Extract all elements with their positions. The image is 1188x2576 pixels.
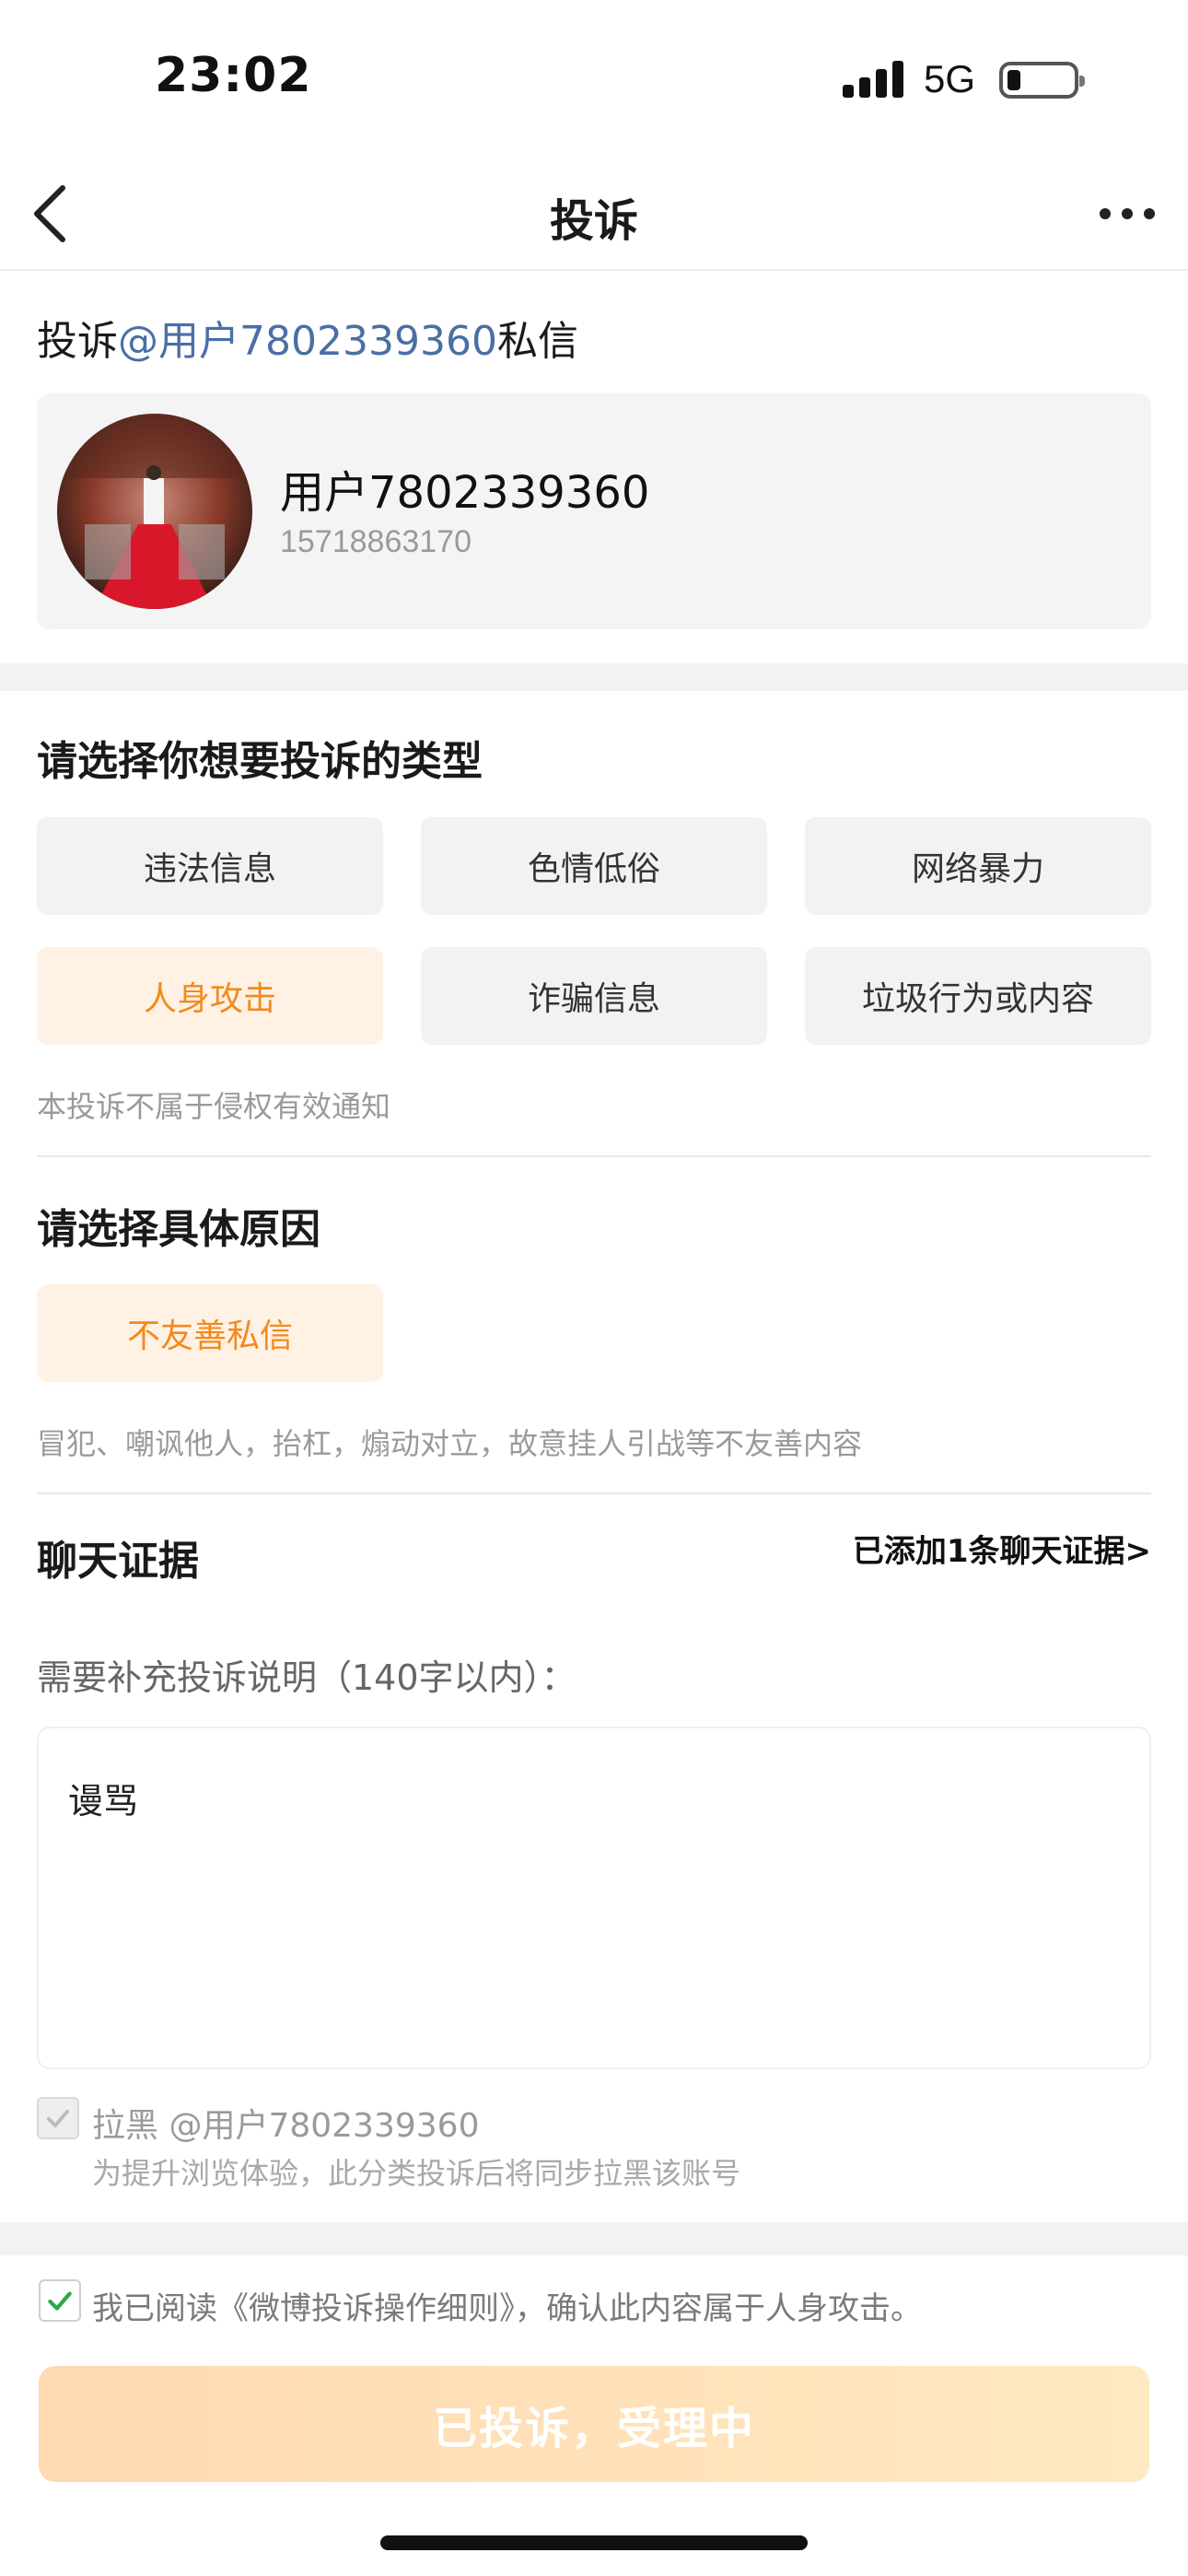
type-option-vulgar[interactable]: 色情低俗 xyxy=(421,817,767,915)
type-option-spam[interactable]: 垃圾行为或内容 xyxy=(805,947,1151,1045)
network-type: 5G xyxy=(924,57,976,100)
block-note: 为提升浏览体验，此分类投诉后将同步拉黑该账号 xyxy=(92,2156,741,2191)
target-mention[interactable]: @用户7802339360 xyxy=(118,318,497,365)
page-title: 投诉 xyxy=(549,195,638,247)
type-option-fraud[interactable]: 诈骗信息 xyxy=(421,947,767,1045)
section-divider xyxy=(0,663,1188,691)
status-time: 23:02 xyxy=(155,48,312,103)
battery-icon xyxy=(999,62,1085,99)
reason-option-unfriendly-dm[interactable]: 不友善私信 xyxy=(37,1284,383,1382)
block-label: 拉黑 @用户7802339360 xyxy=(92,2107,480,2145)
user-name: 用户7802339360 xyxy=(280,467,650,519)
complaint-type-title: 请选择你想要投诉的类型 xyxy=(37,738,483,785)
explanation-textarea[interactable]: 谩骂 xyxy=(37,1727,1151,2069)
type-option-illegal[interactable]: 违法信息 xyxy=(37,817,383,915)
complaint-target: 投诉@用户7802339360私信 xyxy=(37,308,578,367)
home-indicator xyxy=(380,2535,808,2550)
signal-icon xyxy=(843,61,905,98)
target-prefix: 投诉 xyxy=(37,318,118,365)
block-checkbox[interactable] xyxy=(37,2097,79,2139)
user-card[interactable]: 用户7802339360 15718863170 xyxy=(37,393,1151,629)
reason-title: 请选择具体原因 xyxy=(37,1206,320,1253)
complaint-type-note: 本投诉不属于侵权有效通知 xyxy=(37,1089,391,1124)
divider xyxy=(37,1155,1151,1157)
explanation-label: 需要补充投诉说明（140字以内）： xyxy=(37,1657,577,1698)
nav-bar: 投诉 xyxy=(0,157,1188,271)
more-button[interactable] xyxy=(1090,177,1164,251)
check-icon xyxy=(48,2291,72,2311)
divider xyxy=(37,1493,1151,1494)
evidence-title: 聊天证据 xyxy=(37,1538,199,1585)
user-id: 15718863170 xyxy=(280,524,472,559)
section-divider xyxy=(0,2222,1188,2255)
submit-button[interactable]: 已投诉，受理中 xyxy=(39,2366,1149,2482)
more-dots-icon xyxy=(1100,208,1111,219)
target-suffix: 私信 xyxy=(496,318,578,365)
reason-description: 冒犯、嘲讽他人，抬杠，煽动对立，故意挂人引战等不友善内容 xyxy=(37,1426,863,1461)
type-option-personal-attack[interactable]: 人身攻击 xyxy=(37,947,383,1045)
status-bar: 23:02 5G xyxy=(0,0,1188,157)
agreement-checkbox[interactable] xyxy=(39,2279,81,2322)
avatar xyxy=(57,414,252,609)
type-option-cyberbullying[interactable]: 网络暴力 xyxy=(805,817,1151,915)
agreement-text[interactable]: 我已阅读《微博投诉操作细则》，确认此内容属于人身攻击。 xyxy=(92,2283,922,2328)
check-icon xyxy=(47,2110,69,2127)
evidence-link[interactable]: 已添加1条聊天证据> xyxy=(853,1526,1151,1571)
